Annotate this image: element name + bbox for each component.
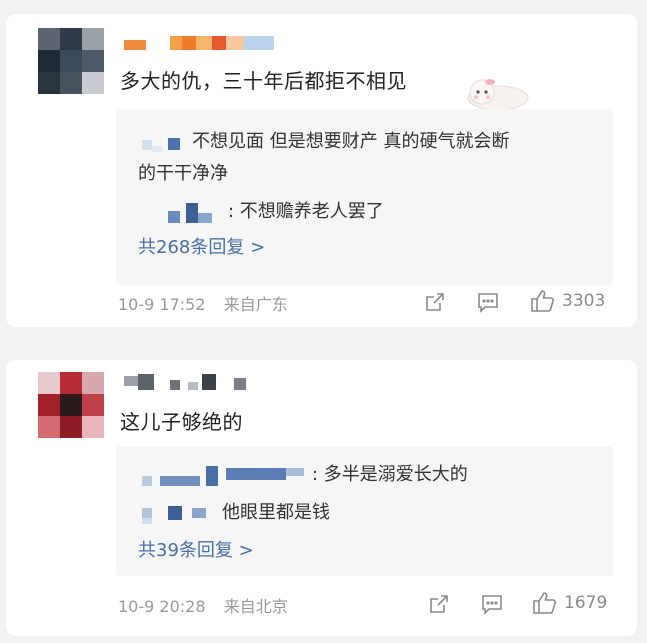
reply-item: 他眼里都是钱 (138, 498, 330, 524)
like-count: 1679 (564, 593, 608, 613)
reply-item: : 多半是溺爱长大的 (138, 460, 468, 486)
comment-card: 多大的仇，三十年后都拒不相见 不想见面 但是想要财产 真的硬气就会断 的干干净净… (6, 14, 637, 327)
reply-username[interactable] (138, 502, 222, 524)
reply-text: : 多半是溺爱长大的 (312, 464, 468, 485)
comment-location: 来自北京 (223, 597, 288, 616)
avatar[interactable] (38, 372, 104, 438)
share-icon (430, 595, 448, 613)
comment-location: 来自广东 (223, 295, 288, 314)
sticker-icon (467, 79, 529, 111)
comment-card: 这儿子够绝的 : 多半是溺爱长大的 他眼里都是钱 共39条回复 > 10-9 2… (6, 360, 637, 636)
comment-meta: 10-9 20:28 来自北京 (118, 593, 288, 617)
like-button[interactable]: 3303 (530, 289, 605, 313)
comment-text: 这儿子够绝的 (120, 410, 243, 434)
more-replies-link[interactable]: 共39条回复 > (138, 536, 254, 562)
share-button[interactable] (428, 593, 450, 615)
like-count: 3303 (562, 291, 606, 311)
comment-date: 10-9 17:52 (118, 295, 206, 314)
reply-preview[interactable]: 不想见面 但是想要财产 真的硬气就会断 的干干净净 : 不想赡养老人罢了 共26… (116, 109, 613, 285)
comment-icon (482, 595, 502, 615)
reply-text: 不想见面 但是想要财产 真的硬气就会断 (192, 131, 510, 152)
username[interactable] (124, 374, 254, 392)
avatar[interactable] (38, 28, 104, 94)
reply-item: : 不想赡养老人罢了 (164, 197, 384, 223)
reply-item: 不想见面 但是想要财产 真的硬气就会断 (138, 127, 509, 153)
reply-username[interactable] (164, 201, 228, 223)
reply-text: : 不想赡养老人罢了 (228, 201, 384, 222)
thumbs-up-icon (531, 290, 554, 312)
username[interactable] (124, 36, 284, 54)
comment-date: 10-9 20:28 (118, 597, 206, 616)
reply-text-continued: 的干干净净 (138, 163, 228, 184)
share-icon (426, 293, 444, 311)
reply-preview[interactable]: : 多半是溺爱长大的 他眼里都是钱 共39条回复 > (116, 446, 613, 576)
reply-button[interactable] (480, 593, 504, 615)
comment-icon (478, 293, 498, 313)
more-replies-link[interactable]: 共268条回复 > (138, 233, 265, 259)
comment-text: 多大的仇，三十年后都拒不相见 (120, 69, 407, 93)
reply-text: 他眼里都是钱 (222, 502, 330, 523)
like-button[interactable]: 1679 (532, 591, 607, 615)
share-button[interactable] (424, 291, 446, 313)
thumbs-up-icon (533, 592, 556, 614)
comment-meta: 10-9 17:52 来自广东 (118, 291, 288, 315)
reply-username[interactable] (138, 464, 312, 486)
reply-button[interactable] (476, 291, 500, 313)
reply-username[interactable] (138, 132, 192, 152)
